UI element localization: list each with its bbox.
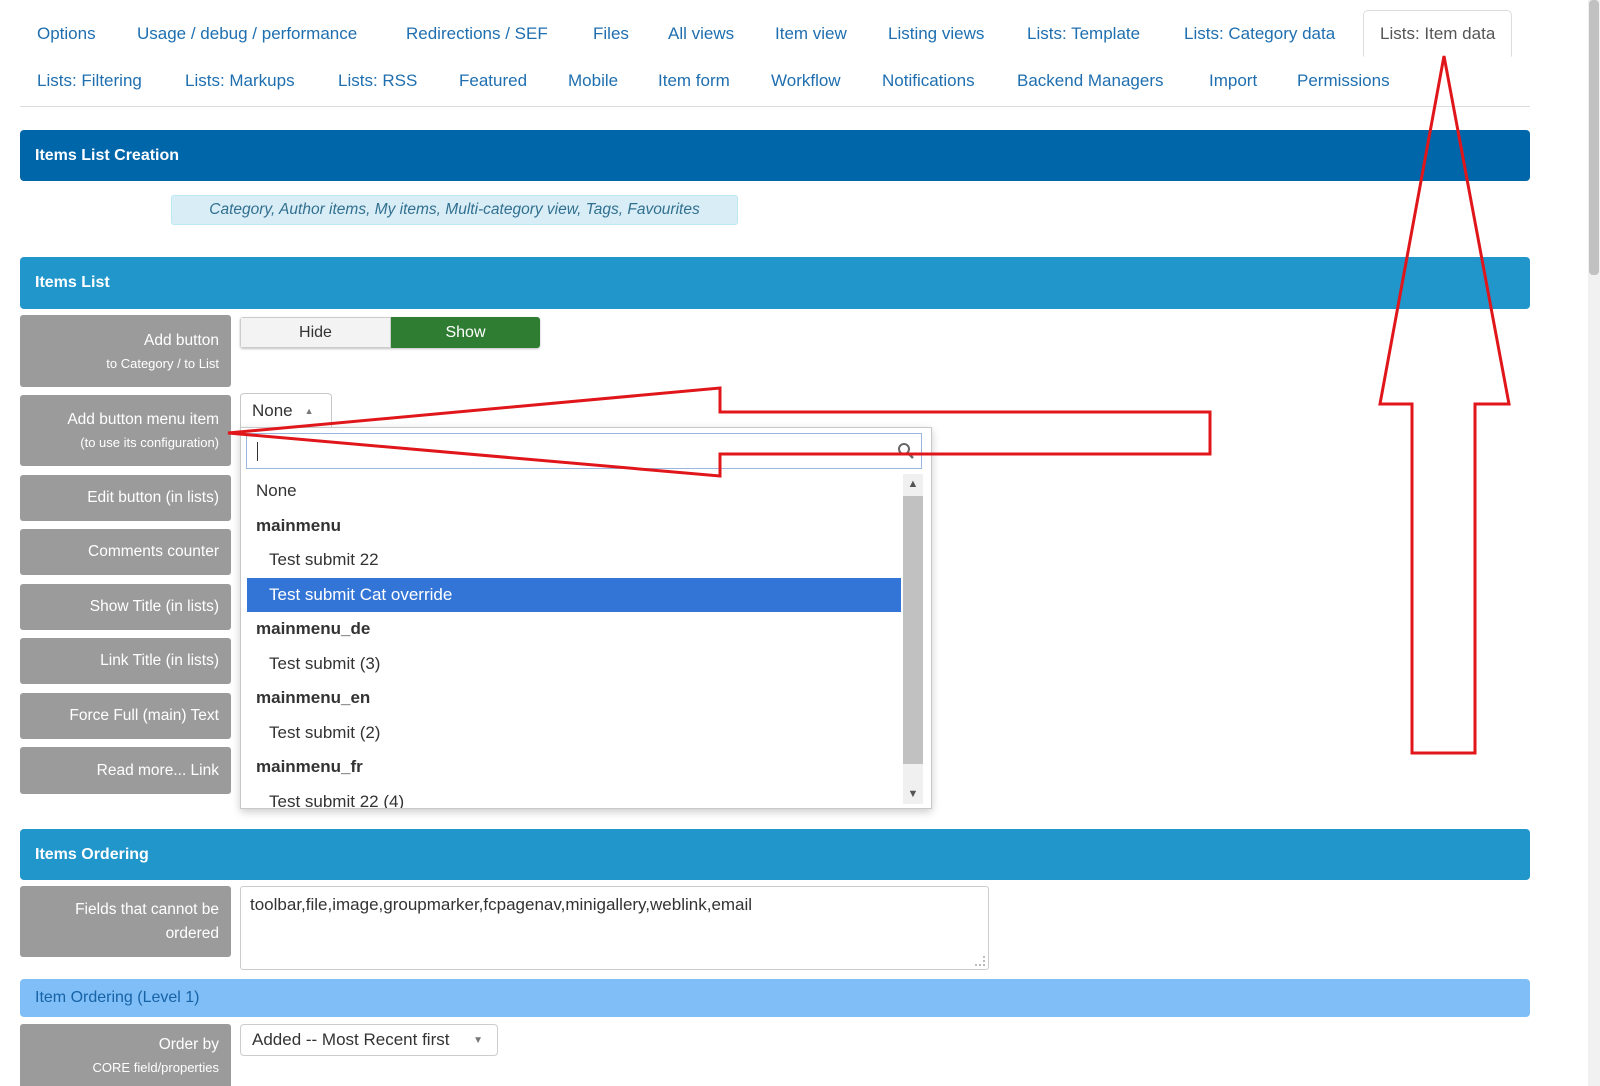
resize-grip-icon[interactable] [975, 956, 985, 966]
dropdown-option[interactable]: Test submit (2) [247, 716, 901, 751]
order-by-select[interactable]: Added -- Most Recent first ▼ [240, 1024, 498, 1056]
tab-lists-item-data[interactable]: Lists: Item data [1363, 10, 1513, 57]
tab-featured[interactable]: Featured [459, 71, 527, 91]
dropdown-group-label: mainmenu_de [256, 619, 371, 639]
tab-all-views[interactable]: All views [668, 24, 734, 44]
add-button-toggle[interactable]: Hide Show [240, 317, 540, 348]
tab-lists-template[interactable]: Lists: Template [1027, 24, 1140, 44]
tab-usage-debug-performance[interactable]: Usage / debug / performance [137, 24, 357, 44]
tab-files[interactable]: Files [593, 24, 629, 44]
dropdown-option[interactable]: Test submit 22 (4) [247, 785, 901, 808]
label-text: Add button menu item [67, 411, 219, 428]
label-text: Fields that cannot be [75, 900, 219, 918]
tab-bar: Options Usage / debug / performance Redi… [20, 10, 1530, 107]
tab-options[interactable]: Options [37, 24, 96, 44]
dropdown-option[interactable]: Test submit (3) [247, 647, 901, 682]
caret-up-icon: ▲ [304, 405, 314, 416]
tab-lists-markups[interactable]: Lists: Markups [185, 71, 295, 91]
tab-backend-managers[interactable]: Backend Managers [1017, 71, 1163, 91]
tab-import[interactable]: Import [1209, 71, 1257, 91]
scrollbar-thumb[interactable] [903, 496, 923, 764]
menu-item-select[interactable]: None ▲ [240, 393, 332, 427]
tab-lists-rss[interactable]: Lists: RSS [338, 71, 417, 91]
dropdown-options-list: None mainmenu Test submit 22 Test submit Ca… [247, 474, 901, 808]
label-fields-cannot-be-ordered: Fields that cannot be ordered [20, 886, 231, 957]
caret-down-icon: ▼ [473, 1034, 483, 1046]
label-text: Read more... Link [96, 761, 219, 779]
scroll-down-icon[interactable]: ▼ [903, 784, 923, 804]
label-add-button-menu-item: Add button menu item (to use its configu… [20, 395, 231, 466]
label-subtext: (to use its configuration) [80, 435, 219, 450]
label-read-more-link: Read more... Link [20, 747, 231, 794]
dropdown-group-label: mainmenu_fr [256, 757, 363, 777]
label-add-button: Add button to Category / to List [20, 315, 231, 387]
non-orderable-fields-textarea[interactable]: toolbar,file,image,groupmarker,fcpagenav… [240, 886, 989, 970]
text-cursor [257, 442, 258, 461]
tab-redirections-sef[interactable]: Redirections / SEF [406, 24, 548, 44]
textarea-value: toolbar,file,image,groupmarker,fcpagenav… [250, 895, 753, 914]
page-scrollbar-thumb[interactable] [1589, 0, 1599, 275]
label-order-by: Order by CORE field/properties [20, 1024, 231, 1086]
tab-listing-views[interactable]: Listing views [888, 24, 984, 44]
label-text: Add button [144, 331, 219, 349]
label-text-line2: ordered [165, 924, 219, 942]
label-subtext: CORE field/properties [92, 1059, 219, 1075]
label-text: Force Full (main) Text [69, 707, 219, 724]
tab-lists-filtering[interactable]: Lists: Filtering [37, 71, 142, 91]
tab-lists-category-data[interactable]: Lists: Category data [1184, 24, 1335, 44]
tab-workflow[interactable]: Workflow [771, 71, 841, 91]
tab-notifications[interactable]: Notifications [882, 71, 975, 91]
note-text: Category, Author items, My items, Multi-… [209, 201, 700, 218]
label-text: Order by [158, 1035, 219, 1053]
label-subtext: to Category / to List [106, 355, 219, 371]
page-scrollbar[interactable] [1588, 0, 1600, 1086]
label-edit-button: Edit button (in lists) [20, 475, 231, 521]
scroll-up-icon[interactable]: ▲ [903, 474, 923, 494]
menu-item-dropdown: None mainmenu Test submit 22 Test submit Ca… [240, 427, 932, 809]
label-comments-counter: Comments counter [20, 529, 231, 575]
section-title: Items List [35, 274, 110, 291]
section-items-ordering: Items Ordering [20, 829, 1530, 880]
label-text: Comments counter [88, 543, 219, 560]
section-title: Items Ordering [35, 845, 149, 863]
dropdown-search-input[interactable] [246, 433, 922, 469]
tab-item-form[interactable]: Item form [658, 71, 730, 91]
label-force-full-text: Force Full (main) Text [20, 693, 231, 739]
section-item-ordering-level1: Item Ordering (Level 1) [20, 979, 1530, 1017]
tab-permissions[interactable]: Permissions [1297, 71, 1390, 91]
show-option[interactable]: Show [391, 317, 540, 348]
section-items-list-creation: Items List Creation [20, 130, 1530, 181]
section-title: Item Ordering (Level 1) [35, 989, 200, 1006]
dropdown-scrollbar[interactable]: ▲ ▼ [903, 474, 923, 804]
dropdown-option[interactable]: Test submit 22 [247, 543, 901, 578]
tab-mobile[interactable]: Mobile [568, 71, 618, 91]
select-value: Added -- Most Recent first [252, 1030, 450, 1049]
label-text: Edit button (in lists) [87, 489, 219, 506]
search-icon [898, 443, 914, 459]
section-items-list: Items List [20, 257, 1530, 309]
label-link-title: Link Title (in lists) [20, 638, 231, 684]
select-value: None [252, 400, 293, 420]
label-text: Show Title (in lists) [89, 598, 219, 615]
dropdown-option[interactable]: Test submit Cat override [247, 577, 901, 612]
creation-info-note: Category, Author items, My items, Multi-… [171, 195, 738, 225]
hide-option[interactable]: Hide [240, 317, 391, 348]
section-title: Items List Creation [35, 146, 180, 164]
label-text: Link Title (in lists) [100, 652, 219, 669]
dropdown-group-label: mainmenu [256, 515, 342, 535]
label-show-title: Show Title (in lists) [20, 584, 231, 630]
tab-item-view[interactable]: Item view [775, 24, 847, 44]
dropdown-option[interactable]: None [247, 474, 901, 509]
dropdown-group-label: mainmenu_en [256, 688, 371, 708]
